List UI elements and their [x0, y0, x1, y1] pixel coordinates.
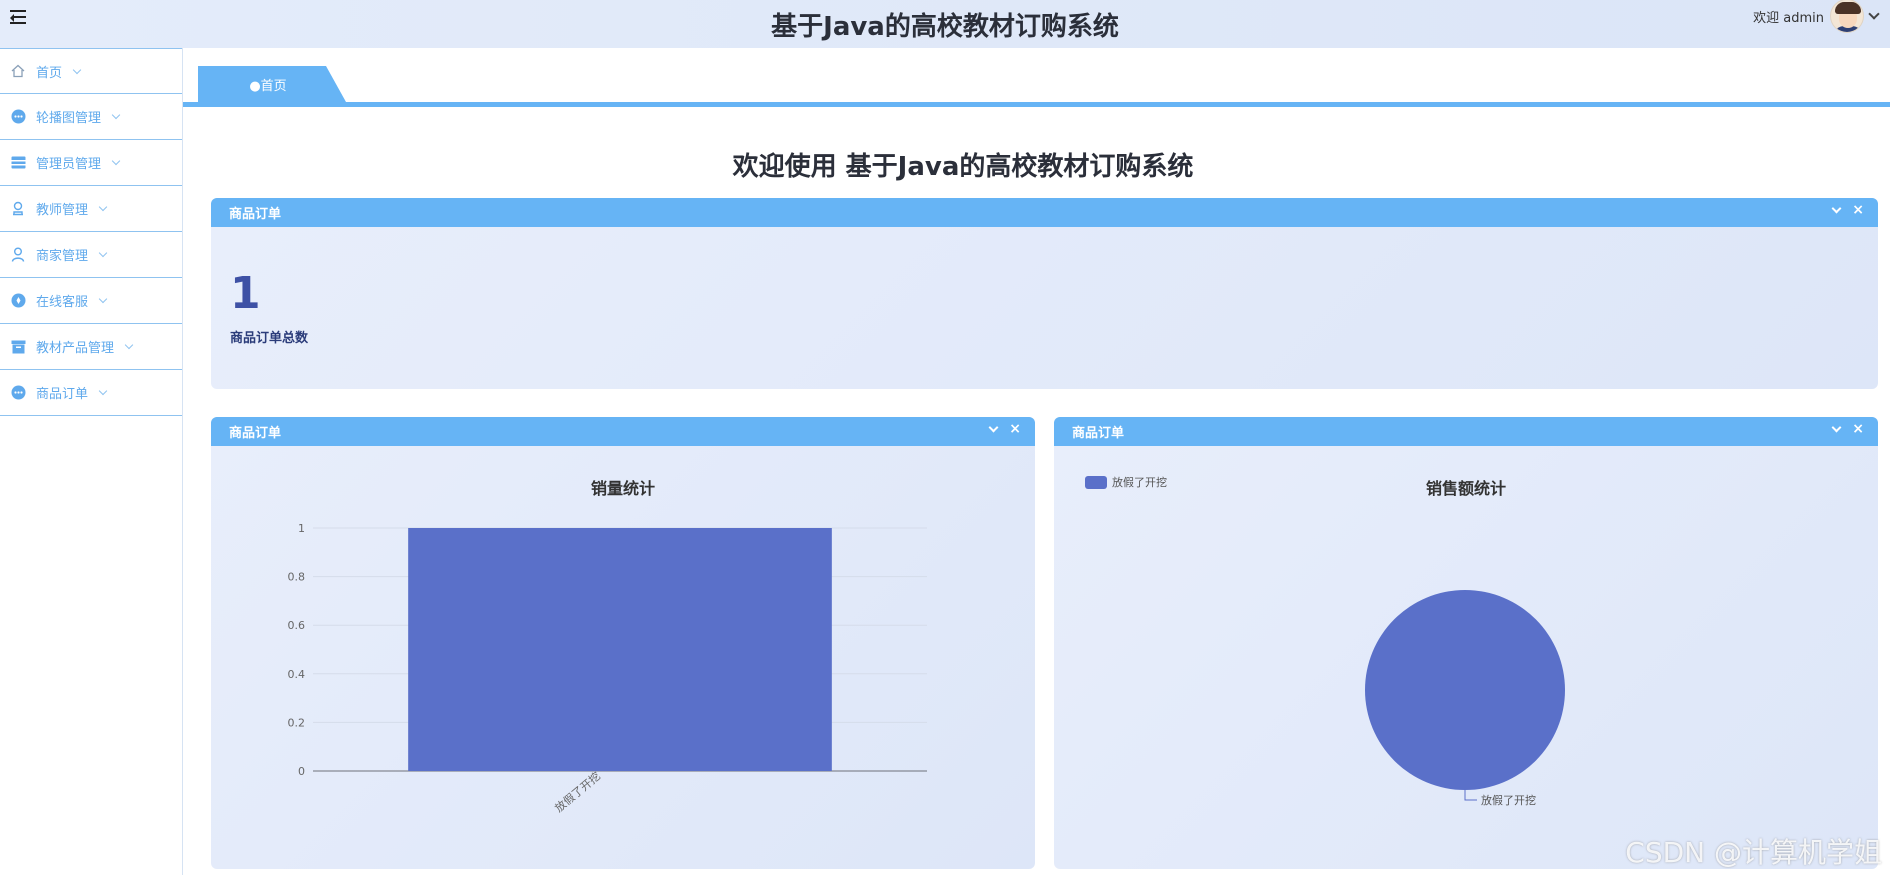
collapse-icon[interactable]: [1831, 203, 1842, 213]
sales-volume-panel: 商品订单 × 销量统计 0 0.2 0.4 0.6 0.8 1 放假了开挖: [211, 417, 1035, 869]
system-title: 基于Java的高校教材订购系统: [771, 12, 1119, 42]
watermark: CSDN @计算机学姐: [1625, 836, 1882, 869]
panel-header: 商品订单 ×: [1054, 417, 1878, 446]
sidebar-item-label: 首页: [36, 65, 63, 81]
panel-header: 商品订单 ×: [211, 198, 1878, 227]
more-circle-icon: [10, 385, 26, 401]
order-count-value: 1: [230, 268, 261, 319]
avatar[interactable]: [1830, 0, 1864, 33]
home-icon: [10, 63, 26, 79]
sidebar-item-label: 教材产品管理: [36, 341, 115, 356]
sidebar-item-admins[interactable]: 管理员管理: [0, 140, 182, 186]
y-tick-label: 0.6: [288, 619, 306, 632]
sidebar-item-orders[interactable]: 商品订单: [0, 370, 182, 416]
y-tick-label: 0.2: [288, 716, 306, 729]
y-tick-label: 0: [298, 765, 305, 778]
bar: [408, 528, 832, 771]
tab-label: ●首页: [249, 79, 287, 94]
chevron-down-icon: [124, 340, 134, 350]
user-icon: [10, 247, 26, 263]
collapse-icon[interactable]: [1831, 422, 1842, 432]
close-icon[interactable]: ×: [1852, 422, 1864, 436]
order-count-label: 商品订单总数: [230, 331, 309, 346]
chevron-down-icon: [98, 248, 108, 258]
card-icon: [10, 155, 26, 171]
y-tick-label: 0.4: [288, 668, 306, 681]
main-content: 欢迎使用 基于Java的高校教材订购系统 商品订单 × 1 商品订单总数 商品订…: [183, 108, 1890, 875]
tab-underline: [183, 102, 1890, 107]
user-menu[interactable]: 欢迎 admin: [1753, 0, 1880, 33]
sidebar-item-home[interactable]: 首页: [0, 48, 182, 94]
chevron-down-icon: [98, 294, 108, 304]
order-stat-panel: 商品订单 × 1 商品订单总数: [211, 198, 1878, 389]
sidebar-item-textbooks[interactable]: 教材产品管理: [0, 324, 182, 370]
tab-home[interactable]: ●首页: [198, 66, 353, 102]
welcome-title: 欢迎使用 基于Java的高校教材订购系统: [732, 152, 1194, 182]
pie-slice-label: 放假了开挖: [1481, 793, 1536, 807]
box-icon: [10, 339, 26, 355]
top-bar: 基于Java的高校教材订购系统 欢迎 admin: [0, 0, 1890, 48]
close-icon[interactable]: ×: [1852, 203, 1864, 217]
sidebar-item-label: 管理员管理: [36, 157, 102, 172]
close-icon[interactable]: ×: [1009, 422, 1021, 436]
sidebar: 首页 轮播图管理 管理员管理 教师管理 商家管理 在线客服 教材产品管理 商品订…: [0, 48, 183, 875]
sidebar-item-label: 教师管理: [36, 203, 89, 218]
bar-chart: 0 0.2 0.4 0.6 0.8 1 放假了开挖: [288, 522, 927, 815]
pie-chart: 放假了开挖: [1365, 590, 1565, 807]
chevron-down-icon[interactable]: [1868, 8, 1880, 20]
chevron-down-icon: [111, 110, 121, 120]
sidebar-item-label: 商品订单: [36, 387, 89, 402]
chevron-down-icon: [98, 386, 108, 396]
x-tick-label: 放假了开挖: [552, 769, 603, 815]
y-tick-label: 0.8: [288, 571, 306, 584]
sidebar-item-label: 在线客服: [36, 295, 89, 310]
collapse-icon[interactable]: [988, 422, 999, 432]
pie-leader-line: [1464, 790, 1477, 801]
panel-header: 商品订单 ×: [211, 417, 1035, 446]
sidebar-item-teachers[interactable]: 教师管理: [0, 186, 182, 232]
sidebar-item-label: 轮播图管理: [36, 111, 102, 126]
panel-title: 商品订单: [229, 207, 282, 222]
chevron-down-icon: [72, 65, 82, 74]
more-circle-icon: [10, 109, 26, 125]
chevron-down-icon: [98, 202, 108, 212]
service-icon: [10, 293, 26, 309]
welcome-text: 欢迎 admin: [1753, 10, 1824, 26]
sales-amount-panel: 商品订单 × 销售额统计 放假了开挖 放假了开挖: [1054, 417, 1878, 869]
sidebar-item-carousel[interactable]: 轮播图管理: [0, 94, 182, 140]
pie-slice: [1365, 590, 1565, 790]
user-stamp-icon: [10, 201, 26, 217]
chevron-down-icon: [111, 156, 121, 166]
y-tick-label: 1: [298, 522, 305, 535]
sidebar-item-merchants[interactable]: 商家管理: [0, 232, 182, 278]
sidebar-item-label: 商家管理: [36, 249, 89, 264]
tab-strip: ●首页: [183, 48, 1890, 108]
panel-title: 商品订单: [229, 426, 282, 441]
sidebar-item-service[interactable]: 在线客服: [0, 278, 182, 324]
panel-title: 商品订单: [1072, 426, 1125, 441]
